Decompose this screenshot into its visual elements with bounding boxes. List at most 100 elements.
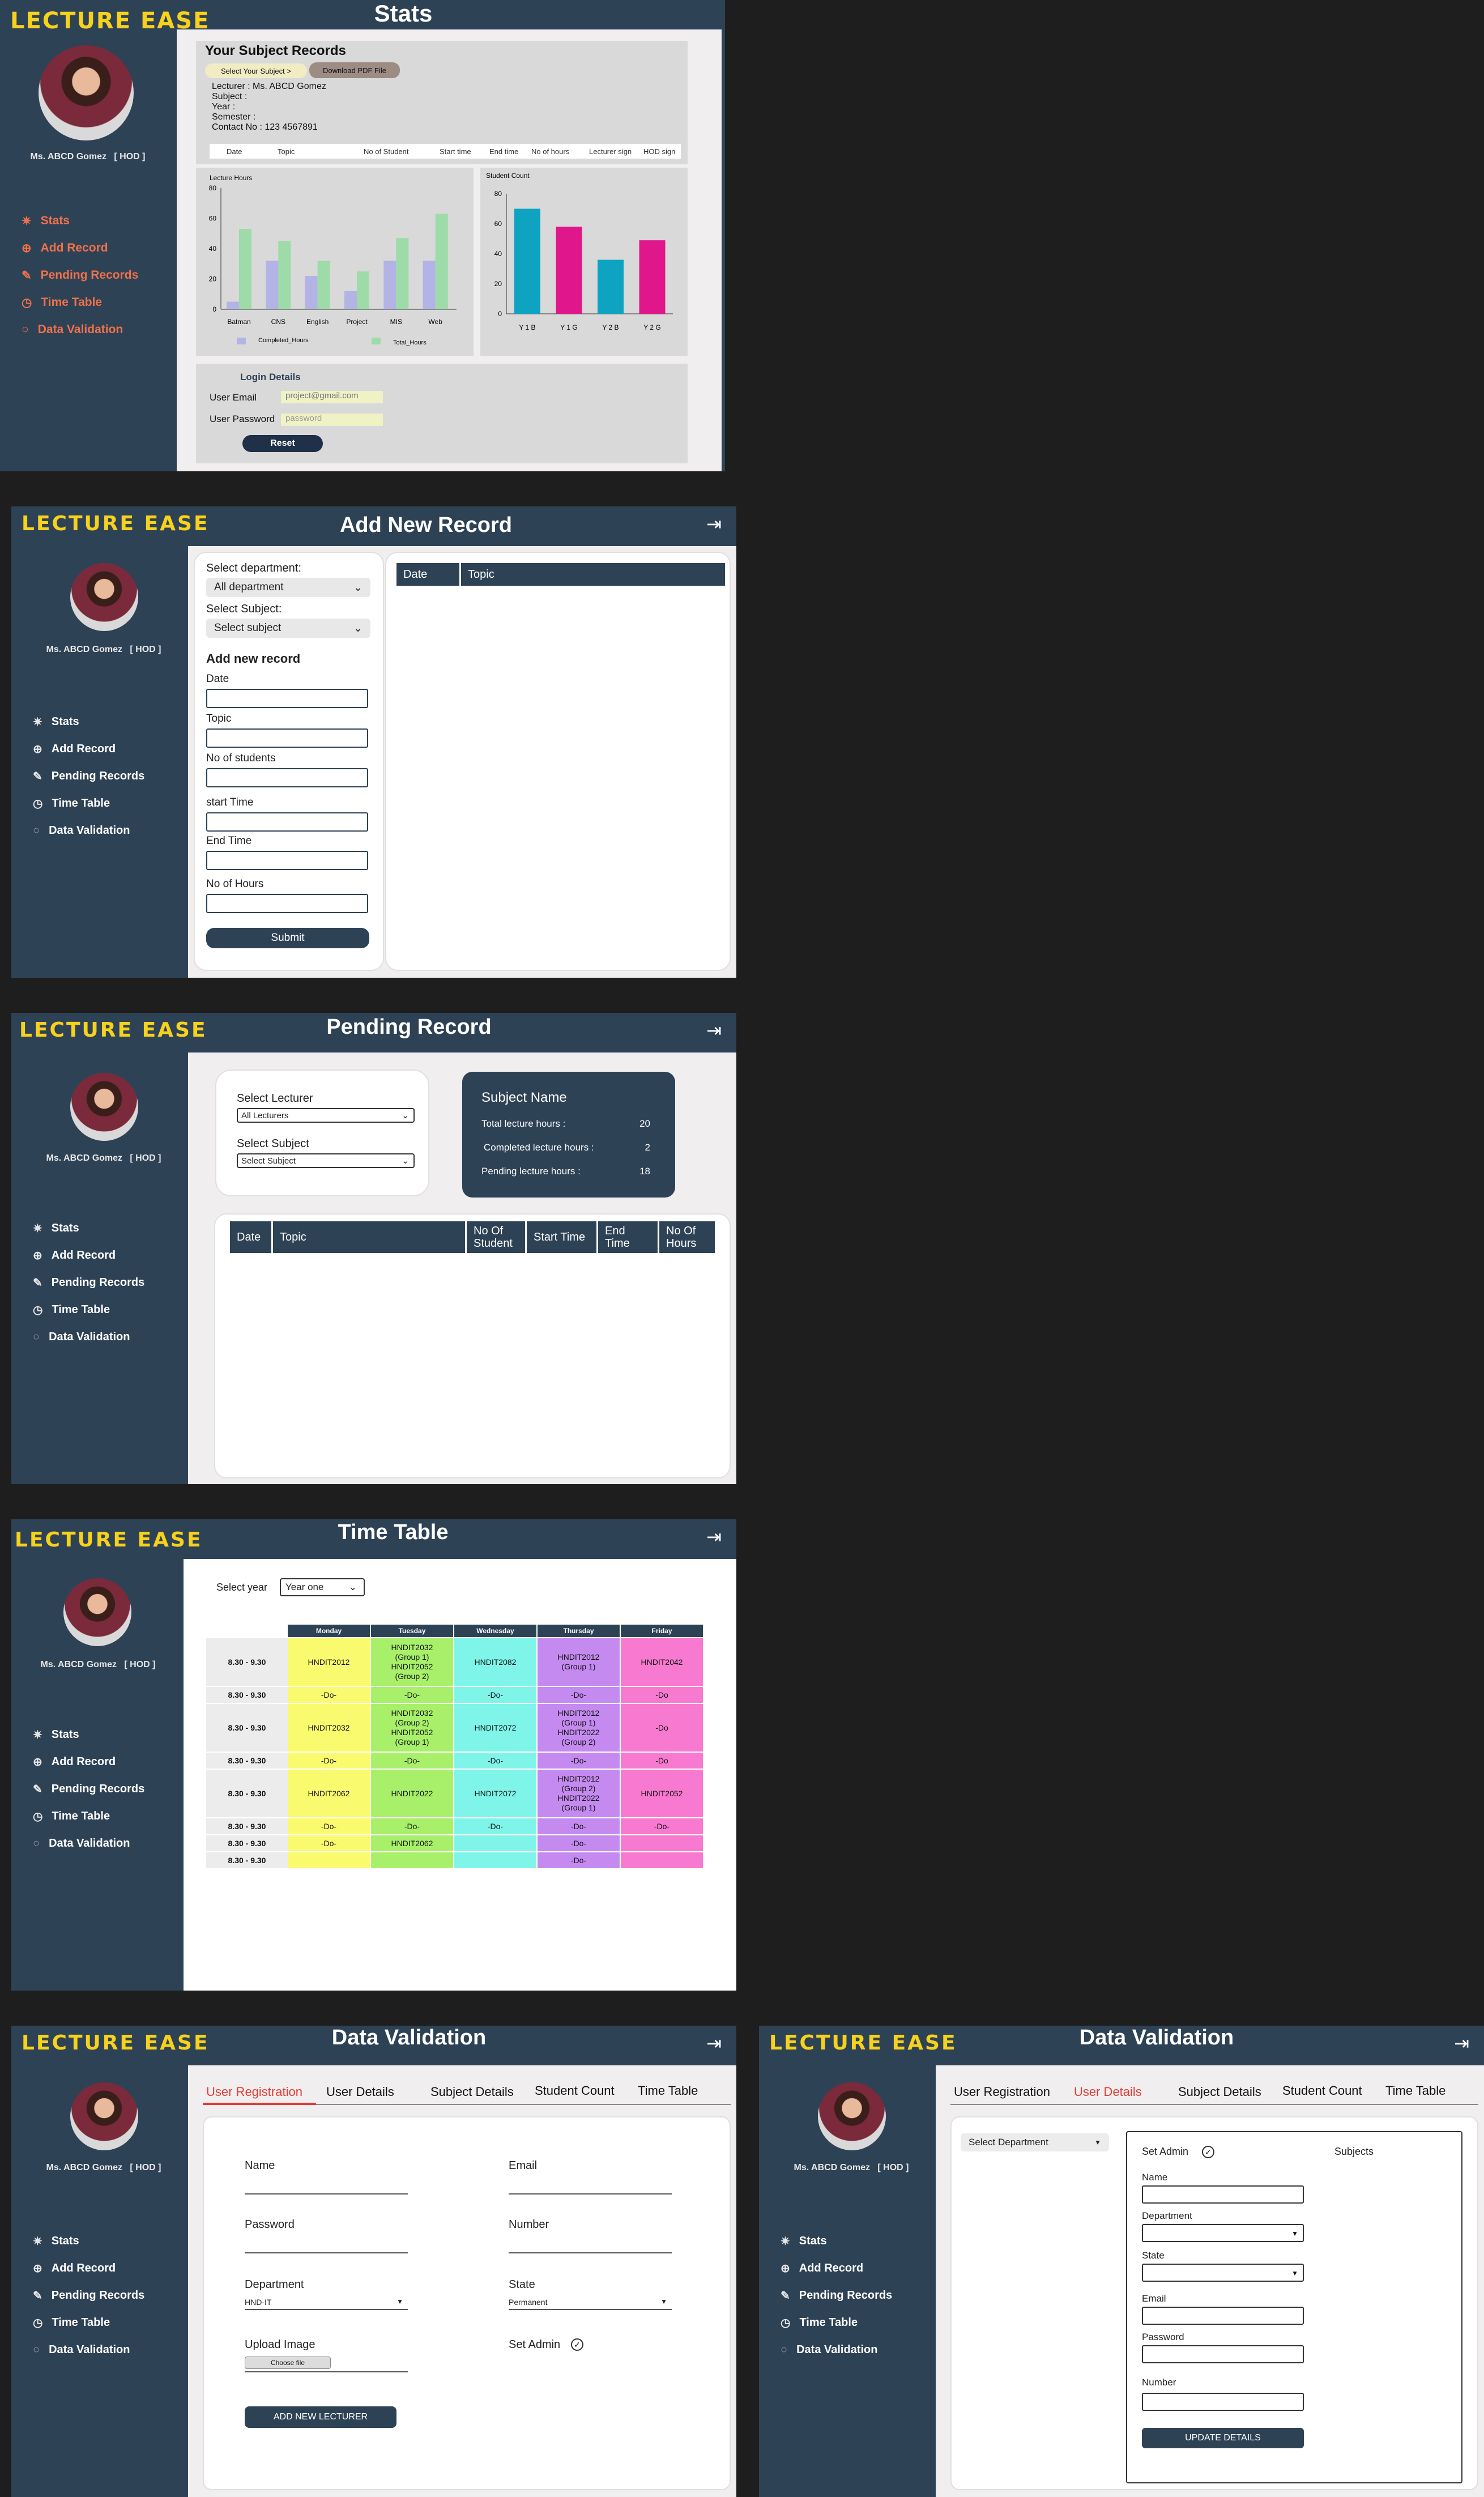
password-field[interactable]: password (281, 414, 383, 426)
update-details-button[interactable]: UPDATE DETAILS (1142, 2428, 1304, 2448)
time-table-cell[interactable]: HNDIT2012 (Group 2) HNDIT2022 (Group 1) (538, 1770, 621, 1817)
sidebar-item-add-record[interactable]: ⊕ Add Record (781, 2255, 892, 2282)
sidebar-item-pending-records[interactable]: ✎ Pending Records (33, 1775, 144, 1803)
time-table-cell[interactable]: -Do- (454, 1687, 538, 1703)
tab-time-table[interactable]: Time Table (638, 2083, 698, 2098)
sidebar-item-add-record[interactable]: ⊕ Add Record (33, 1748, 144, 1775)
time-table-cell[interactable]: -Do- (538, 1818, 621, 1834)
start-time-input[interactable] (206, 812, 368, 832)
department-select-2[interactable]: ▼ (1142, 2224, 1304, 2242)
time-table-cell[interactable]: HNDIT2032 (Group 1) HNDIT2052 (Group 2) (371, 1638, 454, 1686)
sidebar-item-data-validation[interactable]: ○ Data Validation (33, 817, 144, 844)
logout-icon[interactable]: ⇥ (706, 513, 722, 535)
time-table-cell[interactable]: -Do- (454, 1818, 538, 1834)
time-table-cell[interactable]: HNDIT2072 (454, 1704, 538, 1752)
time-table-cell[interactable]: -Do- (371, 1818, 454, 1834)
sidebar-item-data-validation[interactable]: ○ Data Validation (33, 1830, 144, 1857)
sidebar-item-data-validation[interactable]: ○ Data Validation (33, 1323, 144, 1350)
sidebar-item-stats[interactable]: ✷ Stats (33, 2227, 144, 2255)
sidebar-item-stats[interactable]: ✷ Stats (33, 1215, 144, 1242)
tab-user-registration[interactable]: User Registration (206, 2085, 302, 2099)
sidebar-item-stats[interactable]: ✷ Stats (22, 207, 138, 235)
department-select[interactable]: Select Department ▼ (961, 2133, 1109, 2151)
tab-subject-details[interactable]: Subject Details (1178, 2085, 1261, 2099)
sidebar-item-add-record[interactable]: ⊕ Add Record (33, 735, 144, 762)
time-table-cell[interactable]: HNDIT2062 (288, 1770, 371, 1817)
sidebar-item-pending-records[interactable]: ✎ Pending Records (33, 1269, 144, 1296)
time-table-cell[interactable]: HNDIT2042 (621, 1638, 704, 1686)
email-input[interactable] (1142, 2307, 1304, 2325)
sidebar-item-time-table[interactable]: ◷ Time Table (22, 289, 138, 316)
name-input[interactable] (1142, 2185, 1304, 2204)
logout-icon[interactable]: ⇥ (706, 1526, 722, 1548)
sidebar-item-time-table[interactable]: ◷ Time Table (33, 2309, 144, 2336)
time-table-cell[interactable]: HNDIT2032 (288, 1704, 371, 1752)
name-input[interactable] (245, 2193, 408, 2195)
add-new-lecturer-button[interactable]: ADD NEW LECTURER (245, 2406, 396, 2428)
time-table-cell[interactable]: -Do- (288, 1835, 371, 1851)
time-table-cell[interactable]: HNDIT2012 (Group 1) (538, 1638, 621, 1686)
sidebar-item-add-record[interactable]: ⊕ Add Record (33, 2255, 144, 2282)
sidebar-item-time-table[interactable]: ◷ Time Table (33, 1803, 144, 1830)
time-table-cell[interactable]: HNDIT2012 (288, 1638, 371, 1686)
sidebar-item-stats[interactable]: ✷ Stats (33, 1721, 144, 1748)
time-table-cell[interactable]: HNDIT2082 (454, 1638, 538, 1686)
state-select[interactable]: Permanent ▼ (509, 2298, 672, 2310)
submit-button[interactable]: Submit (206, 928, 369, 948)
time-table-cell[interactable] (454, 1835, 538, 1851)
email-field[interactable]: project@gmail.com (281, 391, 383, 403)
tab-student-count[interactable]: Student Count (535, 2083, 615, 2098)
lecturer-select[interactable]: All Lecturers ⌄ (237, 1108, 415, 1123)
sidebar-item-data-validation[interactable]: ○ Data Validation (781, 2336, 892, 2363)
tab-user-details[interactable]: User Details (1074, 2085, 1142, 2099)
sidebar-item-add-record[interactable]: ⊕ Add Record (33, 1242, 144, 1269)
sidebar-item-time-table[interactable]: ◷ Time Table (781, 2309, 892, 2336)
tab-subject-details[interactable]: Subject Details (430, 2085, 514, 2099)
time-table-cell[interactable]: HNDIT2072 (454, 1770, 538, 1817)
sidebar-item-stats[interactable]: ✷ Stats (33, 708, 144, 735)
time-table-cell[interactable]: -Do- (621, 1818, 704, 1834)
tab-student-count[interactable]: Student Count (1282, 2083, 1362, 2098)
sidebar-item-data-validation[interactable]: ○ Data Validation (33, 2336, 144, 2363)
subject-select[interactable]: Select Subject ⌄ (237, 1153, 415, 1168)
time-table-cell[interactable]: HNDIT2052 (621, 1770, 704, 1817)
password-input[interactable] (1142, 2345, 1304, 2363)
hours-input[interactable] (206, 894, 368, 913)
sidebar-item-add-record[interactable]: ⊕ Add Record (22, 235, 138, 262)
reset-button[interactable]: Reset (242, 435, 323, 452)
state-select[interactable]: ▼ (1142, 2264, 1304, 2282)
time-table-cell[interactable]: HNDIT2022 (371, 1770, 454, 1817)
password-input[interactable] (245, 2252, 408, 2253)
sidebar-item-pending-records[interactable]: ✎ Pending Records (33, 762, 144, 790)
time-table-cell[interactable]: -Do- (288, 1753, 371, 1769)
time-table-cell[interactable]: -Do- (454, 1753, 538, 1769)
time-table-cell[interactable]: -Do- (538, 1753, 621, 1769)
time-table-cell[interactable] (454, 1852, 538, 1868)
time-table-cell[interactable]: -Do- (288, 1818, 371, 1834)
time-table-cell[interactable]: HNDIT2062 (371, 1835, 454, 1851)
tab-user-registration[interactable]: User Registration (954, 2085, 1050, 2099)
set-admin-checkbox[interactable]: ✓ (1202, 2146, 1214, 2158)
logout-icon[interactable]: ⇥ (706, 1020, 722, 1041)
time-table-cell[interactable]: HNDIT2012 (Group 1) HNDIT2022 (Group 2) (538, 1704, 621, 1752)
time-table-cell[interactable]: -Do- (371, 1687, 454, 1703)
set-admin-checkbox[interactable]: ✓ (571, 2338, 583, 2351)
email-input[interactable] (509, 2193, 672, 2195)
time-table-cell[interactable]: -Do- (288, 1687, 371, 1703)
number-input[interactable] (509, 2252, 672, 2253)
time-table-cell[interactable]: -Do- (371, 1753, 454, 1769)
sidebar-item-stats[interactable]: ✷ Stats (781, 2227, 892, 2255)
sidebar-item-data-validation[interactable]: ○ Data Validation (22, 316, 138, 343)
time-table-cell[interactable]: HNDIT2032 (Group 2) HNDIT2052 (Group 1) (371, 1704, 454, 1752)
department-select[interactable]: HND-IT ▼ (245, 2298, 408, 2310)
date-input[interactable] (206, 689, 368, 708)
time-table-cell[interactable] (288, 1852, 371, 1868)
time-table-cell[interactable] (621, 1852, 704, 1868)
time-table-cell[interactable]: -Do- (538, 1852, 621, 1868)
logout-icon[interactable]: ⇥ (1454, 2032, 1469, 2054)
department-select[interactable]: All department ⌄ (206, 578, 370, 597)
year-select[interactable]: Year one ⌄ (280, 1578, 365, 1596)
number-input[interactable] (1142, 2393, 1304, 2411)
time-table-cell[interactable] (621, 1835, 704, 1851)
download-pdf-button[interactable]: Download PDF File (309, 62, 400, 78)
